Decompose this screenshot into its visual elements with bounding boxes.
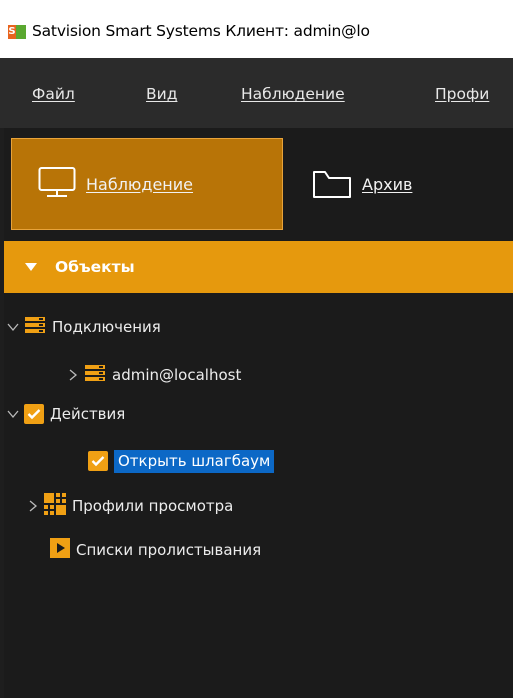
tree-item-actions[interactable]: Действия [6,401,125,427]
checkbox-icon [24,404,44,424]
monitoring-mode-button[interactable]: Наблюдение [11,138,283,230]
tree-item-label: Подключения [52,318,161,336]
chevron-down-icon[interactable] [6,407,20,421]
grid-icon [44,493,66,519]
server-icon [84,364,106,386]
objects-panel-header[interactable]: Объекты [4,241,513,293]
chevron-right-icon[interactable] [26,499,40,513]
folder-icon [312,169,352,199]
server-icon [24,316,46,338]
archive-mode-label: Архив [362,174,413,194]
tree-item-label: Списки пролистывания [76,541,262,559]
tree-item-label: Профили просмотра [72,497,234,515]
menu-profiles[interactable]: Профи [435,85,489,103]
window-title: Satvision Smart Systems Клиент: admin@lo [32,22,370,40]
tree-item-open-barrier[interactable]: Открыть шлагбаум [88,448,275,474]
monitor-icon [38,166,76,202]
tree-item-label-selected: Открыть шлагбаум [114,449,275,473]
collapse-triangle-icon [25,263,37,271]
menu-monitoring[interactable]: Наблюдение [241,85,345,103]
tree-item-label: Действия [50,405,126,423]
menu-view[interactable]: Вид [146,85,177,103]
app-icon: S [8,25,26,39]
tree-item-view-profiles[interactable]: Профили просмотра [26,493,233,519]
play-icon [50,538,70,562]
menu-file[interactable]: Файл [32,85,75,103]
objects-header-label: Объекты [55,258,135,276]
chevron-down-icon[interactable] [6,320,20,334]
checkbox-icon [88,451,108,471]
main-panel: Наблюдение Архив Объекты Подключения adm… [4,128,513,698]
chevron-right-icon[interactable] [66,368,80,382]
monitoring-mode-label: Наблюдение [86,174,194,194]
app-icon-letter: S [8,25,16,39]
menubar: Файл Вид Наблюдение Профи [0,58,513,128]
tree-item-label: admin@localhost [112,366,242,384]
archive-mode-button[interactable]: Архив [294,138,509,230]
tree-item-admin-localhost[interactable]: admin@localhost [66,362,241,388]
tree-item-connections[interactable]: Подключения [6,314,161,340]
window-titlebar: S Satvision Smart Systems Клиент: admin@… [0,0,513,58]
tree-item-scroll-lists[interactable]: Списки пролистывания [44,537,261,563]
